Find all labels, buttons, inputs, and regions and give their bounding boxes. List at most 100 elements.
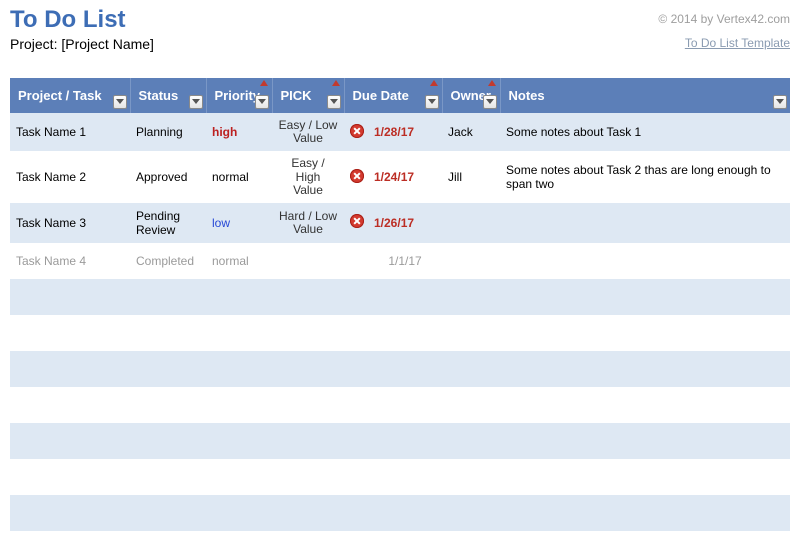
empty-cell[interactable] — [442, 387, 500, 423]
empty-cell[interactable] — [130, 387, 206, 423]
empty-cell[interactable] — [442, 279, 500, 315]
empty-cell[interactable] — [206, 495, 272, 531]
filter-dropdown-icon[interactable] — [113, 95, 127, 109]
filter-dropdown-icon[interactable] — [255, 95, 269, 109]
empty-cell[interactable] — [500, 279, 790, 315]
empty-cell[interactable] — [130, 423, 206, 459]
pick-cell[interactable] — [272, 243, 344, 279]
empty-cell[interactable] — [344, 315, 368, 351]
empty-cell[interactable] — [344, 423, 368, 459]
owner-cell[interactable] — [442, 203, 500, 243]
status-cell[interactable]: Pending Review — [130, 203, 206, 243]
empty-cell[interactable] — [130, 351, 206, 387]
empty-cell[interactable] — [206, 387, 272, 423]
template-link[interactable]: To Do List Template — [685, 36, 790, 50]
empty-cell[interactable] — [10, 351, 130, 387]
priority-cell[interactable]: high — [206, 113, 272, 151]
col-notes-header[interactable]: Notes — [500, 78, 790, 113]
empty-cell[interactable] — [368, 423, 442, 459]
filter-dropdown-icon[interactable] — [189, 95, 203, 109]
empty-cell[interactable] — [368, 495, 442, 531]
empty-cell[interactable] — [272, 423, 344, 459]
empty-cell[interactable] — [10, 459, 130, 495]
empty-cell[interactable] — [272, 315, 344, 351]
empty-cell[interactable] — [10, 495, 130, 531]
empty-cell[interactable] — [206, 459, 272, 495]
table-row — [10, 459, 790, 495]
task-cell[interactable]: Task Name 1 — [10, 113, 130, 151]
notes-cell[interactable] — [500, 243, 790, 279]
empty-cell[interactable] — [206, 315, 272, 351]
empty-cell[interactable] — [368, 459, 442, 495]
empty-cell[interactable] — [272, 387, 344, 423]
filter-dropdown-icon[interactable] — [425, 95, 439, 109]
empty-cell[interactable] — [442, 459, 500, 495]
priority-cell[interactable]: low — [206, 203, 272, 243]
col-status-header[interactable]: Status — [130, 78, 206, 113]
empty-cell[interactable] — [10, 387, 130, 423]
pick-cell[interactable]: Easy / LowValue — [272, 113, 344, 151]
notes-cell[interactable]: Some notes about Task 1 — [500, 113, 790, 151]
empty-cell[interactable] — [272, 495, 344, 531]
col-due-date-header[interactable]: Due Date — [344, 78, 442, 113]
empty-cell[interactable] — [130, 459, 206, 495]
filter-dropdown-icon[interactable] — [327, 95, 341, 109]
empty-cell[interactable] — [344, 459, 368, 495]
col-owner-header[interactable]: Owner — [442, 78, 500, 113]
empty-cell[interactable] — [272, 279, 344, 315]
empty-cell[interactable] — [368, 279, 442, 315]
filter-dropdown-icon[interactable] — [773, 95, 787, 109]
empty-cell[interactable] — [272, 459, 344, 495]
col-task-header[interactable]: Project / Task — [10, 78, 130, 113]
empty-cell[interactable] — [368, 387, 442, 423]
due-date-cell[interactable]: 1/26/17 — [368, 203, 442, 243]
task-cell[interactable]: Task Name 3 — [10, 203, 130, 243]
empty-cell[interactable] — [368, 351, 442, 387]
due-date-cell[interactable]: 1/24/17 — [368, 151, 442, 203]
empty-cell[interactable] — [272, 351, 344, 387]
empty-cell[interactable] — [500, 351, 790, 387]
status-cell[interactable]: Completed — [130, 243, 206, 279]
empty-cell[interactable] — [344, 351, 368, 387]
notes-cell[interactable]: Some notes about Task 2 thas are long en… — [500, 151, 790, 203]
col-priority-header[interactable]: Priority — [206, 78, 272, 113]
notes-cell[interactable] — [500, 203, 790, 243]
empty-cell[interactable] — [368, 315, 442, 351]
due-date-cell[interactable]: 1/28/17 — [368, 113, 442, 151]
owner-cell[interactable] — [442, 243, 500, 279]
owner-cell[interactable]: Jill — [442, 151, 500, 203]
due-date-cell[interactable]: 1/1/17 — [368, 243, 442, 279]
empty-cell[interactable] — [442, 351, 500, 387]
empty-cell[interactable] — [500, 423, 790, 459]
task-cell[interactable]: Task Name 2 — [10, 151, 130, 203]
pick-cell[interactable]: Easy / HighValue — [272, 151, 344, 203]
empty-cell[interactable] — [344, 279, 368, 315]
empty-cell[interactable] — [500, 387, 790, 423]
priority-cell[interactable]: normal — [206, 243, 272, 279]
empty-cell[interactable] — [500, 315, 790, 351]
empty-cell[interactable] — [10, 279, 130, 315]
empty-cell[interactable] — [130, 495, 206, 531]
empty-cell[interactable] — [344, 495, 368, 531]
empty-cell[interactable] — [442, 423, 500, 459]
task-cell[interactable]: Task Name 4 — [10, 243, 130, 279]
empty-cell[interactable] — [442, 495, 500, 531]
empty-cell[interactable] — [206, 279, 272, 315]
empty-cell[interactable] — [344, 387, 368, 423]
filter-dropdown-icon[interactable] — [483, 95, 497, 109]
status-cell[interactable]: Approved — [130, 151, 206, 203]
owner-cell[interactable]: Jack — [442, 113, 500, 151]
col-pick-header[interactable]: PICK — [272, 78, 344, 113]
empty-cell[interactable] — [10, 423, 130, 459]
empty-cell[interactable] — [206, 351, 272, 387]
empty-cell[interactable] — [500, 495, 790, 531]
pick-cell[interactable]: Hard / LowValue — [272, 203, 344, 243]
empty-cell[interactable] — [442, 315, 500, 351]
status-cell[interactable]: Planning — [130, 113, 206, 151]
empty-cell[interactable] — [500, 459, 790, 495]
empty-cell[interactable] — [130, 279, 206, 315]
empty-cell[interactable] — [206, 423, 272, 459]
priority-cell[interactable]: normal — [206, 151, 272, 203]
empty-cell[interactable] — [10, 315, 130, 351]
empty-cell[interactable] — [130, 315, 206, 351]
